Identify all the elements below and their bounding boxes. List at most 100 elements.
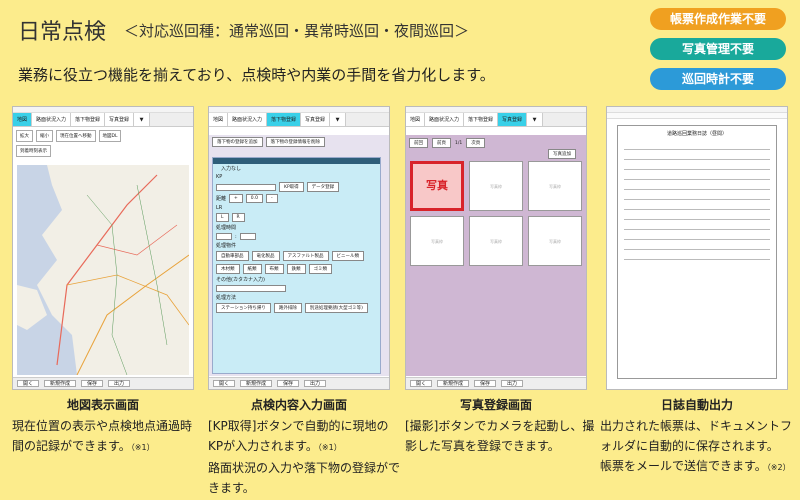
- open-button[interactable]: 開く: [213, 380, 236, 387]
- tab-fallen-object[interactable]: 落下物登録: [267, 113, 302, 126]
- report-grid-row: [624, 180, 770, 190]
- photo-slot[interactable]: 写真枠: [469, 161, 523, 211]
- caption-report: 日誌自動出力: [660, 398, 733, 412]
- new-button[interactable]: 新規作成: [44, 380, 77, 387]
- item-wood[interactable]: 木材類: [216, 264, 240, 274]
- add-fallen-object-button[interactable]: 落下物の登録を追加: [212, 137, 263, 147]
- caption-input: 点検内容入力画面: [250, 398, 347, 412]
- minute-input[interactable]: [239, 233, 256, 240]
- new-button[interactable]: 新規作成: [437, 380, 470, 387]
- desc-map: 現在位置の表示や点検地点通過時間の記録ができます。（※1）: [12, 416, 202, 458]
- caption-photo: 写真登録画面: [459, 398, 532, 412]
- item-asphalt[interactable]: アスファルト製品: [282, 251, 329, 261]
- screenshot-inspection-input: 地図 路面状況入力 落下物登録 写真登録 ▼ 落下物の登録を追加 落下物の登録情…: [208, 106, 390, 390]
- distance-minus-button[interactable]: -: [265, 194, 278, 203]
- tab-photo[interactable]: 写真登録: [301, 113, 331, 126]
- time-label: 処理時間: [216, 225, 237, 231]
- page-indicator: 1/1: [455, 140, 463, 146]
- save-button[interactable]: 保存: [474, 380, 497, 387]
- method-station[interactable]: ステーション持ち帰り: [216, 303, 271, 313]
- new-button[interactable]: 新規作成: [240, 380, 273, 387]
- footer-bar: 開く 新規作成 保存 出力: [209, 377, 389, 389]
- tab-fallen-object[interactable]: 落下物登録: [71, 113, 106, 126]
- photo-grid: 写真 写真枠 写真枠 写真枠 写真枠 写真枠: [410, 161, 582, 266]
- photo-slot[interactable]: 写真枠: [528, 216, 582, 266]
- report-grid-row: [624, 200, 770, 210]
- tab-map[interactable]: 地図: [209, 113, 229, 126]
- tab-map[interactable]: 地図: [13, 113, 33, 126]
- footer-bar: 開く 新規作成 保存 出力: [406, 377, 586, 389]
- tab-road-status[interactable]: 路面状況入力: [32, 113, 72, 126]
- tab-road-status[interactable]: 路面状況入力: [228, 113, 268, 126]
- tab-map[interactable]: 地図: [406, 113, 426, 126]
- save-button[interactable]: 保存: [81, 380, 104, 387]
- caption-map: 地図表示画面: [66, 398, 139, 412]
- desc-report-text1: 出力された帳票は、ドキュメントフォルダに自動的に保存されます。: [600, 419, 793, 453]
- screenshot-map: 地図 路面状況入力 落下物登録 写真登録 ▼ 拡大 縮小 現在位置へ移動 地図D…: [12, 106, 194, 390]
- tab-menu-dropdown[interactable]: ▼: [527, 113, 544, 126]
- report-document: 道路巡回業務日誌（昼間）: [617, 125, 777, 379]
- method-request[interactable]: 別途処理要請(大型ゴミ等): [304, 303, 368, 313]
- arrival-time-button[interactable]: 到着時刻表示: [16, 145, 51, 157]
- distance-input[interactable]: 0.0: [245, 194, 263, 203]
- map-view[interactable]: [17, 165, 189, 375]
- tab-menu-dropdown[interactable]: ▼: [330, 113, 347, 126]
- zoom-out-button[interactable]: 縮小: [36, 130, 53, 142]
- zoom-in-button[interactable]: 拡大: [16, 130, 33, 142]
- hour-input[interactable]: [216, 233, 232, 240]
- next-page-button[interactable]: 次頁: [466, 138, 486, 148]
- photo-capture-button[interactable]: 写真: [410, 161, 464, 211]
- add-photo-button[interactable]: 写真追加: [548, 149, 576, 159]
- open-button[interactable]: 開く: [17, 380, 40, 387]
- tab-bar: 地図 路面状況入力 落下物登録 写真登録 ▼: [209, 113, 389, 127]
- desc-photo: [撮影]ボタンでカメラを起動し、撮影した写真を登録できます。: [405, 416, 601, 456]
- item-product[interactable]: 竜化製品: [251, 251, 280, 261]
- desc-map-text: 現在位置の表示や点検地点通過時間の記録ができます。: [12, 419, 193, 453]
- tab-road-status[interactable]: 路面状況入力: [425, 113, 465, 126]
- item-auto-parts[interactable]: 自動車部品: [216, 251, 249, 261]
- tab-photo[interactable]: 写真登録: [105, 113, 135, 126]
- badge-clock: 巡回時計不要: [650, 68, 786, 90]
- item-paper[interactable]: 紙類: [242, 264, 262, 274]
- output-button[interactable]: 出力: [108, 380, 131, 387]
- prev-record-button[interactable]: 前回: [409, 138, 428, 148]
- report-grid-row: [624, 190, 770, 200]
- current-location-button[interactable]: 現在位置へ移動: [56, 130, 96, 142]
- item-iron[interactable]: 鉄類: [286, 264, 306, 274]
- item-garbage[interactable]: ゴミ類: [308, 264, 332, 274]
- other-input[interactable]: [216, 285, 286, 292]
- kp-get-button[interactable]: KP取得: [279, 182, 304, 192]
- photo-slot[interactable]: 写真枠: [469, 216, 523, 266]
- map-download-button[interactable]: 地図DL: [98, 130, 122, 142]
- save-button[interactable]: 保存: [277, 380, 300, 387]
- output-button[interactable]: 出力: [304, 380, 327, 387]
- left-button[interactable]: L: [216, 213, 229, 222]
- distance-plus-button[interactable]: +: [229, 194, 243, 203]
- photo-slot[interactable]: 写真枠: [410, 216, 464, 266]
- method-offroad[interactable]: 路外排除: [273, 303, 302, 313]
- distance-label: 距離: [216, 196, 227, 202]
- page-title: 日常点検: [18, 20, 107, 45]
- kp-input[interactable]: [216, 183, 276, 191]
- report-title: 道路巡回業務日誌（昼間）: [666, 131, 727, 137]
- address-bar[interactable]: [607, 113, 787, 119]
- item-cloth[interactable]: 布類: [264, 264, 284, 274]
- report-grid-row: [624, 230, 770, 240]
- desc-report-note: （※2）: [766, 463, 791, 472]
- item-vinyl[interactable]: ビニール類: [331, 251, 364, 261]
- photo-slot[interactable]: 写真枠: [528, 161, 582, 211]
- report-grid-row: [624, 170, 770, 180]
- delete-fallen-object-button[interactable]: 落下物の登録情報を削除: [265, 137, 325, 147]
- desc-input: [KP取得]ボタンで自動的に現地のKPが入力されます。（※1） 路面状況の入力や…: [208, 416, 402, 498]
- lr-label: LR: [216, 205, 223, 211]
- prev-page-button[interactable]: 前頁: [432, 138, 451, 148]
- time-colon: :: [235, 233, 237, 240]
- open-button[interactable]: 開く: [410, 380, 433, 387]
- data-register-button[interactable]: データ登録: [306, 182, 340, 192]
- footer-bar: 開く 新規作成 保存 出力: [13, 377, 193, 389]
- output-button[interactable]: 出力: [501, 380, 524, 387]
- tab-photo[interactable]: 写真登録: [498, 113, 528, 126]
- right-button[interactable]: R: [231, 213, 245, 222]
- tab-menu-dropdown[interactable]: ▼: [134, 113, 151, 126]
- tab-fallen-object[interactable]: 落下物登録: [464, 113, 499, 126]
